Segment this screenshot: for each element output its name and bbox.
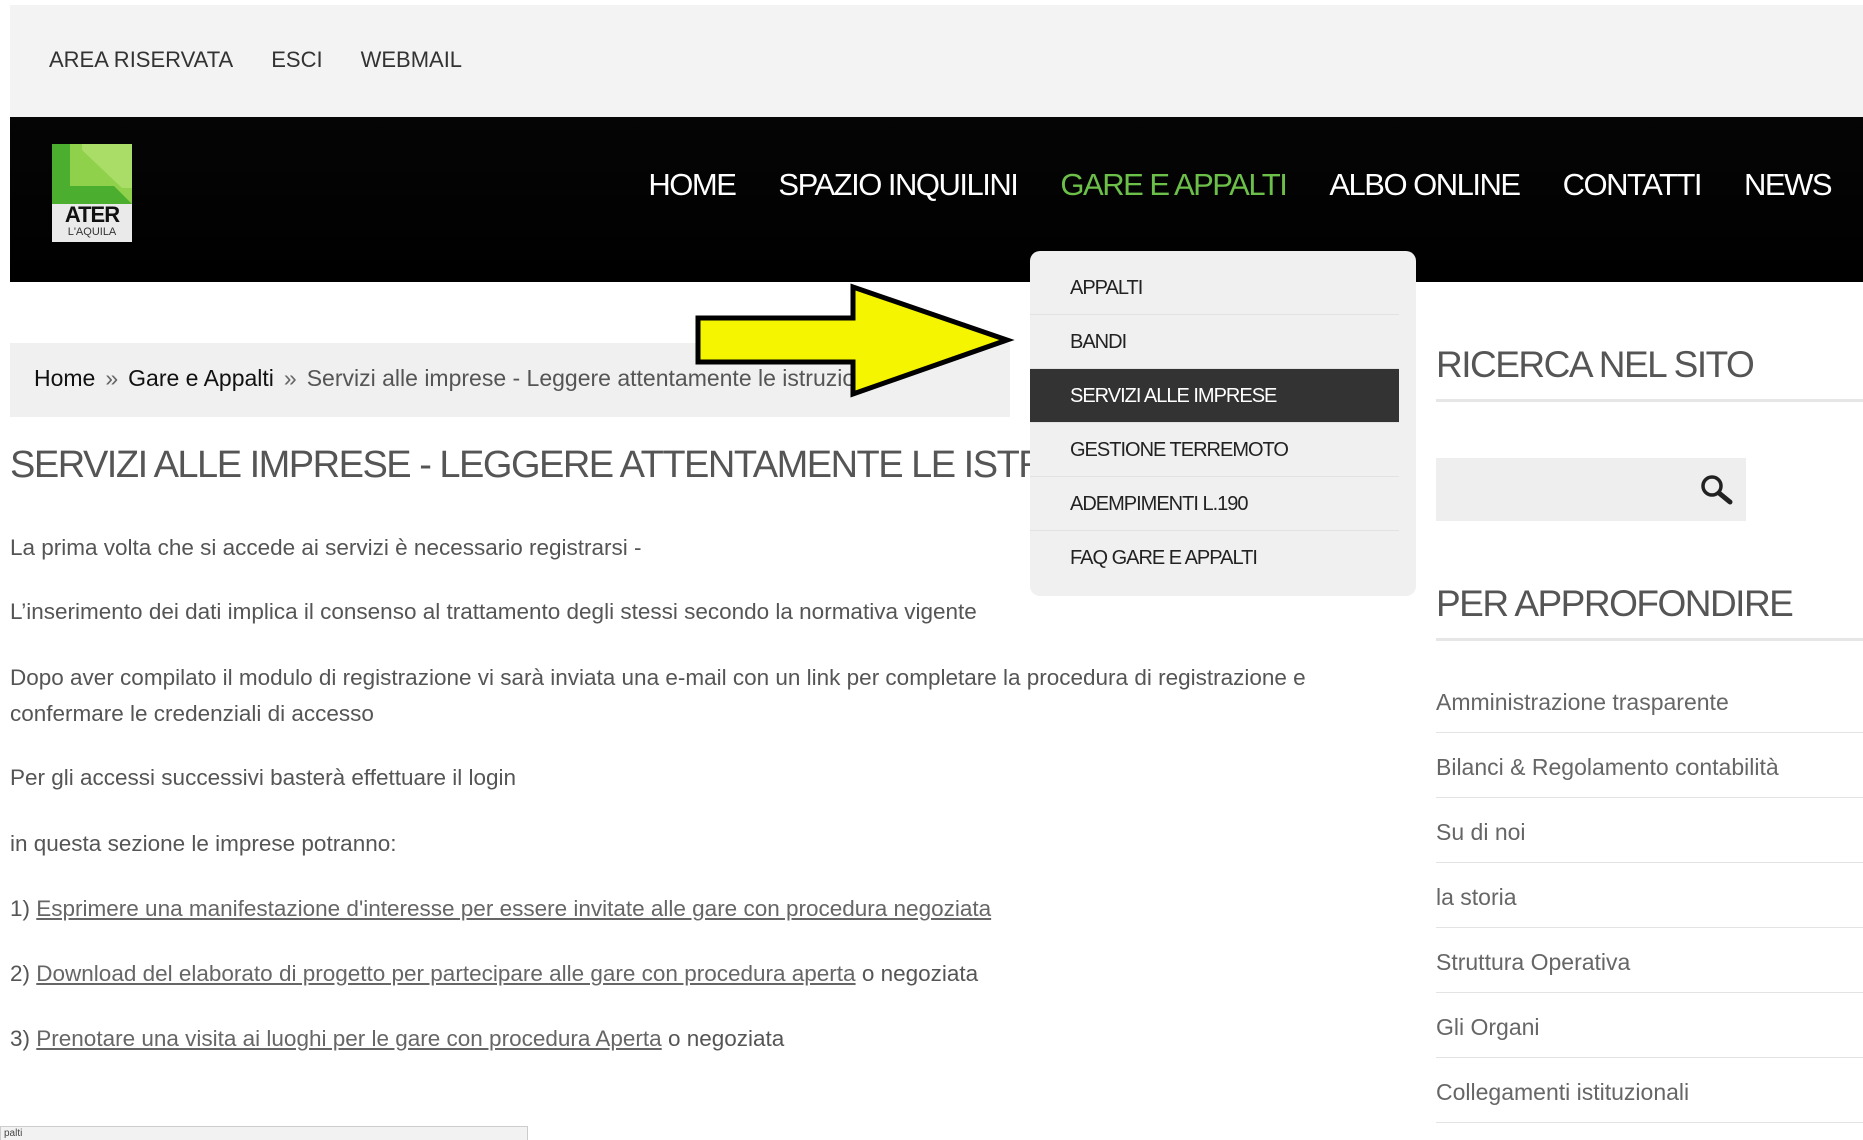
- sidebar-item-su-di-noi[interactable]: Su di noi: [1436, 798, 1863, 863]
- prenotare-visita-link[interactable]: Prenotare una visita ai luoghi per le ga…: [36, 1026, 661, 1051]
- divider: [1436, 399, 1863, 402]
- dropdown-item-adempimenti[interactable]: ADEMPIMENTI L.190: [1030, 477, 1399, 531]
- page-title: SERVIZI ALLE IMPRESE - LEGGERE ATTENTAME…: [10, 444, 1030, 486]
- top-links: AREA RISERVATA ESCI WEBMAIL: [49, 47, 462, 73]
- sidebar-item-bilanci[interactable]: Bilanci & Regolamento contabilità: [1436, 733, 1863, 798]
- list-number: 2): [10, 961, 31, 986]
- search-input[interactable]: [1436, 458, 1746, 521]
- nav-news[interactable]: NEWS: [1744, 167, 1833, 203]
- paragraph-login: Per gli accessi successivi basterà effet…: [10, 765, 517, 790]
- sidebar-item-struttura-operativa[interactable]: Struttura Operativa: [1436, 928, 1863, 993]
- list-tail-text: o negoziata: [861, 961, 979, 986]
- yellow-arrow-annotation: [695, 283, 1015, 398]
- webmail-link[interactable]: WEBMAIL: [361, 47, 462, 73]
- sidebar-item-collegamenti-istituzionali[interactable]: Collegamenti istituzionali: [1436, 1058, 1863, 1123]
- sidebar-item-gli-organi[interactable]: Gli Organi: [1436, 993, 1863, 1058]
- main-navbar: ATER L'AQUILA HOME SPAZIO INQUILINI GARE…: [10, 117, 1863, 282]
- breadcrumb-separator: »: [283, 365, 297, 391]
- sidebar-item-amministrazione-trasparente[interactable]: Amministrazione trasparente: [1436, 668, 1863, 733]
- paragraph-email-line1: Dopo aver compilato il modulo di registr…: [10, 665, 1306, 690]
- breadcrumb-home[interactable]: Home: [34, 365, 95, 391]
- esci-link[interactable]: ESCI: [271, 47, 322, 73]
- nav-spazio-inquilini[interactable]: SPAZIO INQUILINI: [778, 167, 1018, 203]
- paragraph-section-intro: in questa sezione le imprese potranno:: [10, 831, 397, 856]
- top-utility-bar: AREA RISERVATA ESCI WEBMAIL: [10, 5, 1863, 117]
- area-riservata-link[interactable]: AREA RISERVATA: [49, 47, 233, 73]
- list-number: 3): [10, 1026, 31, 1051]
- list-item: 3) Prenotare una visita ai luoghi per le…: [10, 1021, 1390, 1057]
- logo-text: ATER: [64, 202, 120, 227]
- search-icon[interactable]: [1698, 472, 1734, 508]
- browser-status-bar: palti: [0, 1126, 528, 1140]
- dropdown-item-faq[interactable]: FAQ GARE E APPALTI: [1030, 531, 1399, 585]
- dropdown-item-gestione-terremoto[interactable]: GESTIONE TERREMOTO: [1030, 423, 1399, 477]
- breadcrumb-separator: »: [105, 365, 119, 391]
- manifestazione-interesse-link[interactable]: Esprimere una manifestazione d'interesse…: [36, 896, 991, 921]
- list-number: 1): [10, 896, 31, 921]
- more-heading: PER APPROFONDIRE: [1436, 583, 1794, 624]
- nav-home[interactable]: HOME: [648, 167, 737, 203]
- paragraph-email-line2: confermare le credenziali di accesso: [10, 701, 374, 726]
- logo-graphic: [52, 144, 132, 204]
- search-heading: RICERCA NEL SITO: [1436, 344, 1755, 385]
- dropdown-item-appalti[interactable]: APPALTI: [1030, 261, 1399, 315]
- main-nav: HOME SPAZIO INQUILINI GARE E APPALTI ALB…: [648, 167, 1833, 203]
- nav-contatti[interactable]: CONTATTI: [1563, 167, 1703, 203]
- list-item: 1) Esprimere una manifestazione d'intere…: [10, 891, 1390, 927]
- dropdown-item-servizi-alle-imprese[interactable]: SERVIZI ALLE IMPRESE: [1030, 369, 1399, 423]
- dropdown-item-bandi[interactable]: BANDI: [1030, 315, 1399, 369]
- divider: [1436, 638, 1863, 641]
- ater-logo[interactable]: ATER L'AQUILA: [52, 144, 132, 242]
- logo-subtext: L'AQUILA: [67, 226, 117, 238]
- list-tail-text: o negoziata: [667, 1026, 785, 1051]
- download-elaborato-link[interactable]: Download del elaborato di progetto per p…: [36, 961, 855, 986]
- sidebar-item-la-storia[interactable]: la storia: [1436, 863, 1863, 928]
- nav-albo-online[interactable]: ALBO ONLINE: [1329, 167, 1521, 203]
- breadcrumb-gare-e-appalti[interactable]: Gare e Appalti: [128, 365, 274, 391]
- list-item: 2) Download del elaborato di progetto pe…: [10, 956, 1390, 992]
- nav-gare-e-appalti[interactable]: GARE E APPALTI: [1060, 167, 1287, 203]
- paragraph-consent: L’inserimento dei dati implica il consen…: [10, 599, 977, 624]
- sidebar-links: Amministrazione trasparente Bilanci & Re…: [1436, 682, 1863, 1137]
- gare-e-appalti-dropdown: APPALTI BANDI SERVIZI ALLE IMPRESE GESTI…: [1030, 251, 1416, 596]
